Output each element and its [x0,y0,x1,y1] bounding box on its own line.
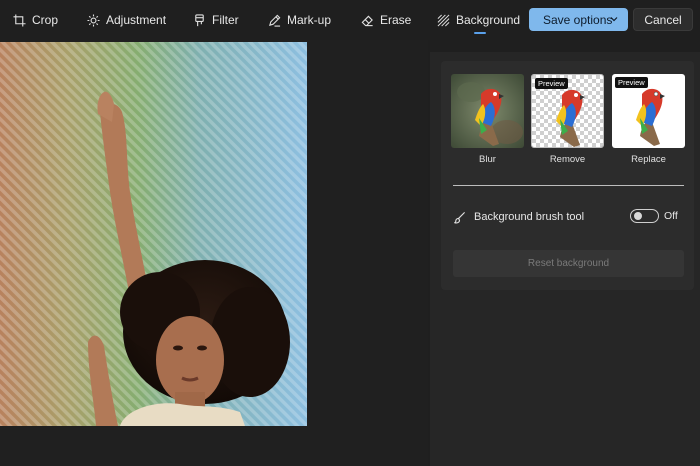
adjustment-tool-label: Adjustment [106,13,167,27]
reset-background-button: Reset background [453,250,684,277]
remove-option-label: Remove [549,154,586,165]
sun-icon [87,13,100,27]
erase-tool-button[interactable]: Erase [361,0,411,40]
filter-tool-label: Filter [212,13,239,27]
crop-icon [13,13,26,27]
remove-option-thumbnail[interactable]: Preview [531,74,604,148]
cancel-label: Cancel [644,12,682,27]
panel-divider [453,185,684,186]
filter-icon [195,13,204,26]
blur-option-thumbnail[interactable] [451,74,524,148]
top-toolbar: Crop Adjustment Filter Mark-up Erase Bac… [0,0,700,40]
toggle-knob [634,212,642,220]
background-icon [437,14,450,26]
cancel-button[interactable]: Cancel [633,8,693,31]
filter-tool-button[interactable]: Filter [193,0,239,40]
replace-option-label: Replace [631,154,666,165]
preview-badge: Preview [535,78,568,89]
markup-tool-label: Mark-up [287,13,332,27]
background-brush-label: Background brush tool [474,211,585,223]
reset-background-label: Reset background [527,258,610,269]
background-brush-toggle[interactable] [630,209,659,223]
blur-option-label: Blur [479,154,496,165]
preview-badge: Preview [615,77,648,88]
toggle-state-label: Off [664,210,678,222]
background-tool-label: Background [456,13,521,27]
crop-tool-label: Crop [32,13,59,27]
brush-icon [454,211,466,224]
background-tool-button[interactable]: Background [437,0,520,40]
save-options-button[interactable]: Save options [529,8,628,31]
crop-tool-button[interactable]: Crop [13,0,58,40]
photo-preview[interactable] [0,42,307,426]
save-options-label: Save options [543,12,613,27]
adjustment-tool-button[interactable]: Adjustment [87,0,166,40]
replace-option-thumbnail[interactable]: Preview [612,74,685,148]
eraser-icon [361,15,373,26]
erase-tool-label: Erase [380,13,412,27]
markup-tool-button[interactable]: Mark-up [268,0,331,40]
photo-image [0,42,307,426]
chevron-down-icon[interactable] [608,13,620,25]
pen-icon [269,14,281,27]
parrot-blur-image [451,74,524,148]
